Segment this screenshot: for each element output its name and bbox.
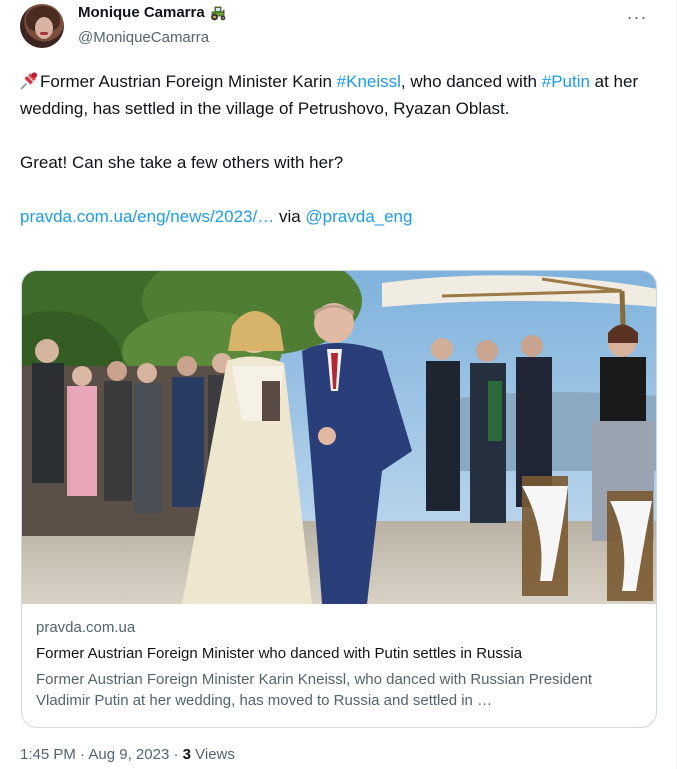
avatar-face <box>35 17 53 39</box>
tweet-paragraph-1: Former Austrian Foreign Minister Karin #… <box>20 68 650 122</box>
card-domain: pravda.com.ua <box>36 619 136 636</box>
hashtag-putin-link[interactable]: #Putin <box>542 72 590 91</box>
pushpin-icon <box>20 70 40 90</box>
hashtag-kneissl-link[interactable]: #Kneissl <box>337 72 401 91</box>
wedding-dance-photo[interactable] <box>22 271 656 604</box>
tractor-icon <box>209 5 227 21</box>
tweet-paragraph-3: pravda.com.ua/eng/news/2023/… via @pravd… <box>20 203 650 230</box>
tweet-text: Former Austrian Foreign Minister Karin #… <box>20 68 650 230</box>
tweet: Monique Camarra @MoniqueCamarra ··· Form… <box>0 0 677 769</box>
tweet-text-segment: Former Austrian Foreign Minister Karin <box>40 72 337 91</box>
views-label: Views <box>190 746 235 763</box>
mention-pravda-eng-link[interactable]: @pravda_eng <box>305 207 412 226</box>
tweet-meta: 1:45 PM · Aug 9, 2023 · 3 Views <box>20 746 235 763</box>
author-handle[interactable]: @MoniqueCamarra <box>78 29 209 46</box>
tweet-time[interactable]: 1:45 PM <box>20 746 76 763</box>
card-description: Former Austrian Foreign Minister Karin K… <box>36 671 593 709</box>
avatar[interactable] <box>20 4 64 48</box>
tweet-paragraph-2: Great! Can she take a few others with he… <box>20 153 344 172</box>
meta-separator: · <box>169 746 183 763</box>
author-name-row: Monique Camarra <box>78 4 227 21</box>
card-title: Former Austrian Foreign Minister who dan… <box>36 645 523 662</box>
author-display-name[interactable]: Monique Camarra <box>78 4 205 21</box>
views-count: 3 <box>182 746 191 763</box>
meta-separator: · <box>75 746 89 763</box>
avatar-lips <box>40 32 48 35</box>
via-text: via <box>274 207 306 226</box>
tweet-text-segment: , who danced with <box>400 72 542 91</box>
link-preview-card[interactable]: pravda.com.ua Former Austrian Foreign Mi… <box>21 270 657 728</box>
more-options-button[interactable]: ··· <box>620 2 654 32</box>
tweet-date[interactable]: Aug 9, 2023 <box>88 746 169 763</box>
article-link[interactable]: pravda.com.ua/eng/news/2023/… <box>20 207 274 226</box>
more-horizontal-icon: ··· <box>626 6 648 27</box>
